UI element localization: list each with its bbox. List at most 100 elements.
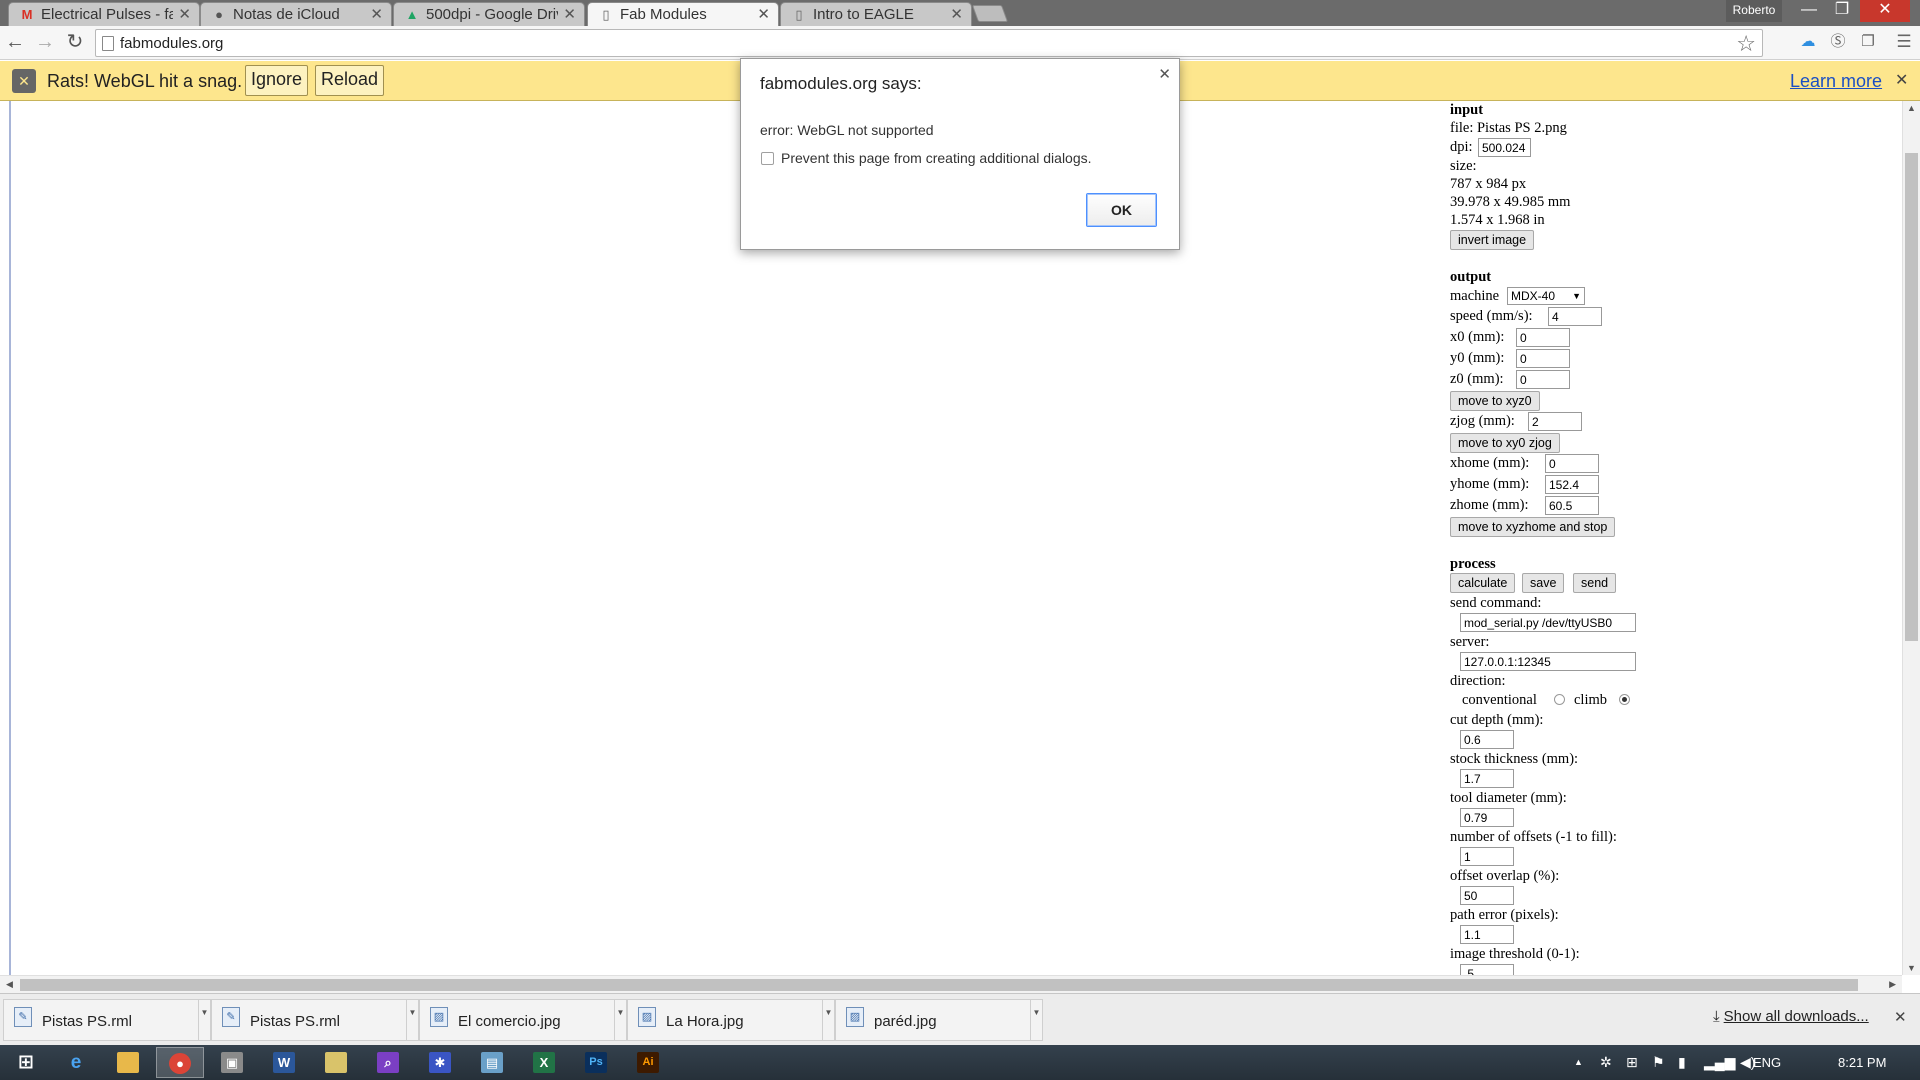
- forward-arrow-icon[interactable]: →: [32, 30, 58, 56]
- bookmark-star-icon[interactable]: ☆: [1736, 31, 1756, 57]
- ok-button[interactable]: OK: [1086, 193, 1157, 227]
- taskbar-app-chrome[interactable]: ●: [156, 1047, 204, 1078]
- taskbar-app[interactable]: X: [520, 1047, 568, 1078]
- minimize-icon[interactable]: —: [1794, 0, 1824, 22]
- back-arrow-icon[interactable]: ←: [2, 30, 28, 56]
- tab-close-icon[interactable]: ✕: [178, 5, 191, 23]
- action-center-flag-icon[interactable]: ⚑: [1652, 1054, 1665, 1071]
- download-item[interactable]: ▨ La Hora.jpg ▼: [627, 999, 835, 1041]
- chevron-down-icon[interactable]: ▼: [822, 1000, 834, 1040]
- x0-field[interactable]: [1516, 328, 1570, 347]
- skype-extension-icon[interactable]: Ⓢ: [1829, 33, 1847, 51]
- overlap-field[interactable]: [1460, 886, 1514, 905]
- offsets-field[interactable]: [1460, 847, 1514, 866]
- profile-button[interactable]: Roberto: [1726, 0, 1782, 22]
- cut-depth-field[interactable]: [1460, 730, 1514, 749]
- climb-radio[interactable]: [1619, 694, 1630, 705]
- stock-thickness-field[interactable]: [1460, 769, 1514, 788]
- shelf-close-icon[interactable]: ✕: [1894, 1008, 1907, 1026]
- conventional-radio[interactable]: [1554, 694, 1565, 705]
- yhome-field[interactable]: [1545, 475, 1599, 494]
- horizontal-scroll-thumb[interactable]: [20, 979, 1858, 991]
- scroll-right-icon[interactable]: ▶: [1889, 979, 1896, 990]
- chevron-down-icon[interactable]: ▼: [406, 1000, 418, 1040]
- vertical-scrollbar[interactable]: ▲ ▼: [1902, 101, 1920, 975]
- scroll-up-icon[interactable]: ▲: [1907, 103, 1916, 113]
- z0-field[interactable]: [1516, 370, 1570, 389]
- tab-google-drive[interactable]: ▲ 500dpi - Google Driv ✕: [393, 2, 585, 26]
- move-to-xyz0-button[interactable]: move to xyz0: [1450, 391, 1540, 411]
- learn-more-link[interactable]: Learn more: [1790, 71, 1882, 92]
- new-tab-button[interactable]: [971, 5, 1009, 22]
- taskbar-app[interactable]: ✱: [416, 1047, 464, 1078]
- taskbar-app[interactable]: e: [52, 1047, 100, 1078]
- tray-windows-icon[interactable]: ⊞: [1626, 1054, 1638, 1071]
- taskbar-app[interactable]: ▤: [468, 1047, 516, 1078]
- menu-icon[interactable]: ☰: [1895, 33, 1913, 51]
- taskbar-app[interactable]: [312, 1047, 360, 1078]
- tab-notas-icloud[interactable]: ● Notas de iCloud ✕: [200, 2, 392, 26]
- download-item[interactable]: ▨ El comercio.jpg ▼: [419, 999, 627, 1041]
- maximize-icon[interactable]: ❐: [1826, 0, 1858, 22]
- tool-diameter-field[interactable]: [1460, 808, 1514, 827]
- prevent-dialogs-checkbox[interactable]: [761, 152, 774, 165]
- chevron-down-icon[interactable]: ▼: [1030, 1000, 1042, 1040]
- taskbar-app[interactable]: Ai: [624, 1047, 672, 1078]
- tray-chevron-icon[interactable]: ▲: [1574, 1057, 1583, 1067]
- network-icon[interactable]: ▂▄▆: [1704, 1054, 1735, 1071]
- xhome-field[interactable]: [1545, 454, 1599, 473]
- save-button[interactable]: save: [1522, 573, 1565, 593]
- chevron-down-icon[interactable]: ▼: [614, 1000, 626, 1040]
- taskbar-app[interactable]: ⌕: [364, 1047, 412, 1078]
- language-indicator[interactable]: ENG: [1753, 1055, 1781, 1070]
- extension-icon[interactable]: ❐: [1859, 33, 1877, 51]
- reload-button[interactable]: Reload: [315, 65, 385, 96]
- tab-close-icon[interactable]: ✕: [370, 5, 383, 23]
- server-field[interactable]: [1460, 652, 1636, 671]
- taskbar-app[interactable]: W: [260, 1047, 308, 1078]
- dpi-field[interactable]: [1478, 138, 1531, 157]
- invert-image-button[interactable]: invert image: [1450, 230, 1535, 250]
- tab-close-icon[interactable]: ✕: [563, 5, 576, 23]
- start-button[interactable]: ⊞: [2, 1047, 50, 1078]
- tab-close-icon[interactable]: ✕: [757, 5, 770, 23]
- scroll-down-icon[interactable]: ▼: [1907, 963, 1916, 973]
- show-all-downloads-link[interactable]: ⤓ Show all downloads...: [1713, 1008, 1869, 1025]
- reload-icon[interactable]: ↻: [62, 30, 88, 56]
- rml-file-icon: ✎: [14, 1007, 32, 1027]
- download-item[interactable]: ✎ Pistas PS.rml ▼: [3, 999, 211, 1041]
- send-button[interactable]: send: [1573, 573, 1617, 593]
- taskbar-app[interactable]: Ps: [572, 1047, 620, 1078]
- dialog-close-icon[interactable]: ✕: [1158, 65, 1171, 83]
- taskbar-app[interactable]: ▣: [208, 1047, 256, 1078]
- tab-fab-modules[interactable]: ▯ Fab Modules ✕: [587, 2, 779, 26]
- tab-close-icon[interactable]: ✕: [950, 5, 963, 23]
- zjog-field[interactable]: [1528, 412, 1582, 431]
- address-bar[interactable]: fabmodules.org ☆: [95, 29, 1763, 57]
- speed-field[interactable]: [1548, 307, 1602, 326]
- clock[interactable]: 8:21 PM: [1838, 1055, 1886, 1070]
- download-item[interactable]: ✎ Pistas PS.rml ▼: [211, 999, 419, 1041]
- zhome-field[interactable]: [1545, 496, 1599, 515]
- download-item[interactable]: ▨ paréd.jpg ▼: [835, 999, 1043, 1041]
- path-error-field[interactable]: [1460, 925, 1514, 944]
- calculate-button[interactable]: calculate: [1450, 573, 1516, 593]
- taskbar-app[interactable]: [104, 1047, 152, 1078]
- move-to-xyzhome-button[interactable]: move to xyzhome and stop: [1450, 517, 1616, 537]
- move-to-xy0-zjog-button[interactable]: move to xy0 zjog: [1450, 433, 1560, 453]
- y0-field[interactable]: [1516, 349, 1570, 368]
- cloud-extension-icon[interactable]: ☁: [1799, 33, 1817, 51]
- tab-intro-eagle[interactable]: ▯ Intro to EAGLE ✕: [780, 2, 972, 26]
- infobar-close-icon[interactable]: ✕: [1895, 70, 1908, 90]
- horizontal-scrollbar[interactable]: ◀ ▶: [0, 975, 1902, 993]
- ignore-button[interactable]: Ignore: [245, 65, 309, 96]
- battery-icon[interactable]: ▮: [1678, 1054, 1686, 1071]
- machine-select[interactable]: MDX-40 ▼: [1507, 287, 1585, 305]
- close-window-icon[interactable]: ✕: [1860, 0, 1910, 22]
- tray-app-icon[interactable]: ✲: [1600, 1054, 1612, 1071]
- send-command-field[interactable]: [1460, 613, 1636, 632]
- scroll-left-icon[interactable]: ◀: [6, 979, 13, 990]
- tab-electrical-pulses[interactable]: M Electrical Pulses - fab ✕: [8, 2, 200, 26]
- chevron-down-icon[interactable]: ▼: [198, 1000, 210, 1040]
- vertical-scroll-thumb[interactable]: [1905, 153, 1918, 641]
